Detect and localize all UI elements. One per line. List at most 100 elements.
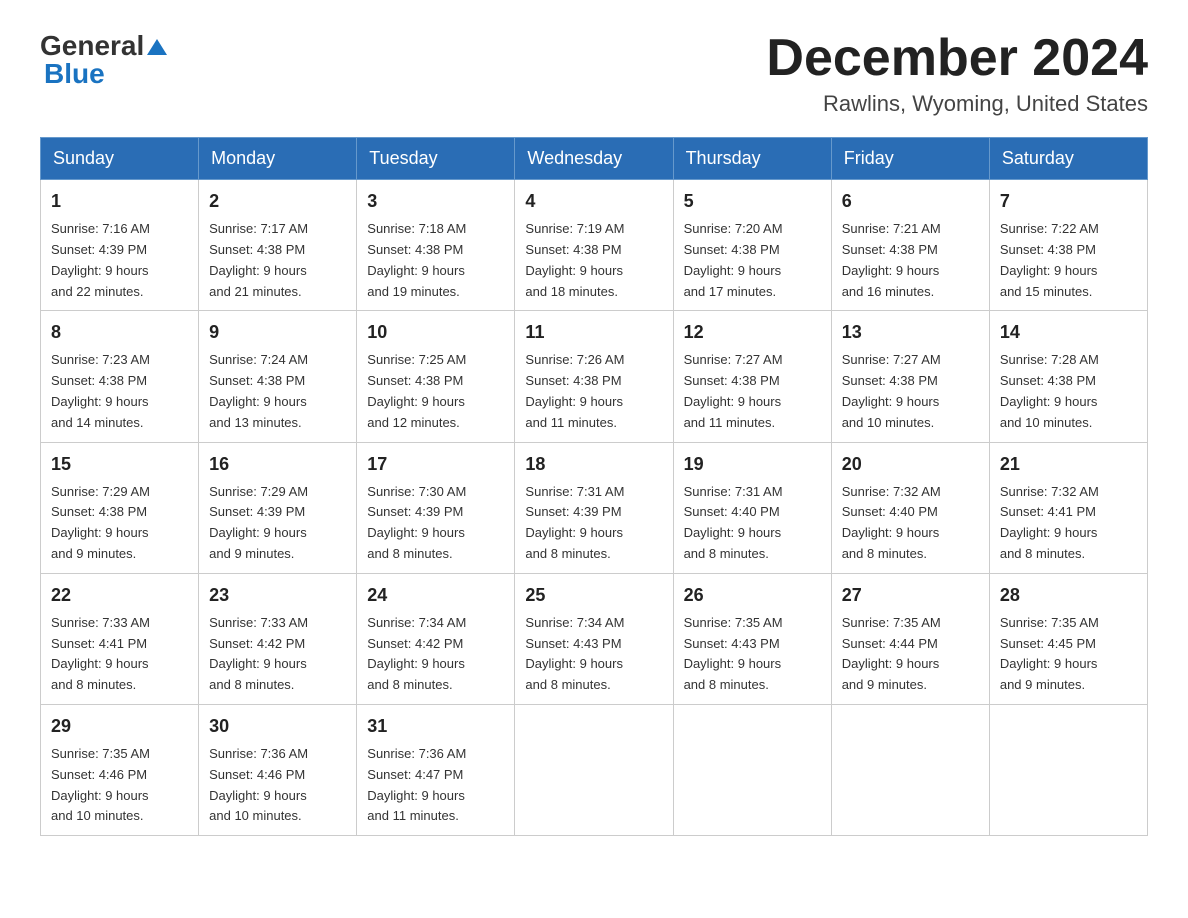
day-info: Sunrise: 7:26 AMSunset: 4:38 PMDaylight:… <box>525 352 624 429</box>
calendar-cell: 25 Sunrise: 7:34 AMSunset: 4:43 PMDaylig… <box>515 573 673 704</box>
day-number: 25 <box>525 582 662 609</box>
day-info: Sunrise: 7:36 AMSunset: 4:47 PMDaylight:… <box>367 746 466 823</box>
calendar-cell: 19 Sunrise: 7:31 AMSunset: 4:40 PMDaylig… <box>673 442 831 573</box>
header-monday: Monday <box>199 138 357 180</box>
day-number: 9 <box>209 319 346 346</box>
day-info: Sunrise: 7:32 AMSunset: 4:40 PMDaylight:… <box>842 484 941 561</box>
day-number: 5 <box>684 188 821 215</box>
day-info: Sunrise: 7:35 AMSunset: 4:46 PMDaylight:… <box>51 746 150 823</box>
calendar-cell: 3 Sunrise: 7:18 AMSunset: 4:38 PMDayligh… <box>357 180 515 311</box>
calendar-cell: 10 Sunrise: 7:25 AMSunset: 4:38 PMDaylig… <box>357 311 515 442</box>
day-info: Sunrise: 7:24 AMSunset: 4:38 PMDaylight:… <box>209 352 308 429</box>
calendar-cell: 17 Sunrise: 7:30 AMSunset: 4:39 PMDaylig… <box>357 442 515 573</box>
day-number: 18 <box>525 451 662 478</box>
header-thursday: Thursday <box>673 138 831 180</box>
calendar-cell: 11 Sunrise: 7:26 AMSunset: 4:38 PMDaylig… <box>515 311 673 442</box>
day-number: 8 <box>51 319 188 346</box>
calendar-cell <box>831 704 989 835</box>
day-number: 6 <box>842 188 979 215</box>
day-info: Sunrise: 7:29 AMSunset: 4:39 PMDaylight:… <box>209 484 308 561</box>
day-number: 4 <box>525 188 662 215</box>
calendar-cell: 15 Sunrise: 7:29 AMSunset: 4:38 PMDaylig… <box>41 442 199 573</box>
day-number: 23 <box>209 582 346 609</box>
day-info: Sunrise: 7:30 AMSunset: 4:39 PMDaylight:… <box>367 484 466 561</box>
calendar-cell <box>673 704 831 835</box>
calendar-cell: 5 Sunrise: 7:20 AMSunset: 4:38 PMDayligh… <box>673 180 831 311</box>
day-info: Sunrise: 7:27 AMSunset: 4:38 PMDaylight:… <box>684 352 783 429</box>
day-info: Sunrise: 7:31 AMSunset: 4:40 PMDaylight:… <box>684 484 783 561</box>
day-info: Sunrise: 7:27 AMSunset: 4:38 PMDaylight:… <box>842 352 941 429</box>
calendar-cell: 22 Sunrise: 7:33 AMSunset: 4:41 PMDaylig… <box>41 573 199 704</box>
header-friday: Friday <box>831 138 989 180</box>
calendar-cell: 18 Sunrise: 7:31 AMSunset: 4:39 PMDaylig… <box>515 442 673 573</box>
day-number: 28 <box>1000 582 1137 609</box>
day-info: Sunrise: 7:32 AMSunset: 4:41 PMDaylight:… <box>1000 484 1099 561</box>
day-number: 2 <box>209 188 346 215</box>
day-number: 24 <box>367 582 504 609</box>
day-info: Sunrise: 7:22 AMSunset: 4:38 PMDaylight:… <box>1000 221 1099 298</box>
day-info: Sunrise: 7:29 AMSunset: 4:38 PMDaylight:… <box>51 484 150 561</box>
header-tuesday: Tuesday <box>357 138 515 180</box>
week-row-3: 15 Sunrise: 7:29 AMSunset: 4:38 PMDaylig… <box>41 442 1148 573</box>
calendar-cell: 20 Sunrise: 7:32 AMSunset: 4:40 PMDaylig… <box>831 442 989 573</box>
calendar-cell <box>989 704 1147 835</box>
calendar-cell: 21 Sunrise: 7:32 AMSunset: 4:41 PMDaylig… <box>989 442 1147 573</box>
calendar-cell: 12 Sunrise: 7:27 AMSunset: 4:38 PMDaylig… <box>673 311 831 442</box>
calendar-cell: 13 Sunrise: 7:27 AMSunset: 4:38 PMDaylig… <box>831 311 989 442</box>
calendar-cell: 2 Sunrise: 7:17 AMSunset: 4:38 PMDayligh… <box>199 180 357 311</box>
day-info: Sunrise: 7:36 AMSunset: 4:46 PMDaylight:… <box>209 746 308 823</box>
header-sunday: Sunday <box>41 138 199 180</box>
header-saturday: Saturday <box>989 138 1147 180</box>
day-info: Sunrise: 7:19 AMSunset: 4:38 PMDaylight:… <box>525 221 624 298</box>
day-number: 29 <box>51 713 188 740</box>
day-info: Sunrise: 7:21 AMSunset: 4:38 PMDaylight:… <box>842 221 941 298</box>
week-row-1: 1 Sunrise: 7:16 AMSunset: 4:39 PMDayligh… <box>41 180 1148 311</box>
day-info: Sunrise: 7:25 AMSunset: 4:38 PMDaylight:… <box>367 352 466 429</box>
week-row-4: 22 Sunrise: 7:33 AMSunset: 4:41 PMDaylig… <box>41 573 1148 704</box>
calendar-title: December 2024 <box>766 30 1148 87</box>
day-number: 17 <box>367 451 504 478</box>
day-info: Sunrise: 7:35 AMSunset: 4:43 PMDaylight:… <box>684 615 783 692</box>
page-header: General Blue December 2024 Rawlins, Wyom… <box>40 30 1148 117</box>
day-info: Sunrise: 7:16 AMSunset: 4:39 PMDaylight:… <box>51 221 150 298</box>
day-number: 11 <box>525 319 662 346</box>
day-info: Sunrise: 7:35 AMSunset: 4:45 PMDaylight:… <box>1000 615 1099 692</box>
day-number: 30 <box>209 713 346 740</box>
calendar-location: Rawlins, Wyoming, United States <box>766 91 1148 117</box>
day-info: Sunrise: 7:31 AMSunset: 4:39 PMDaylight:… <box>525 484 624 561</box>
day-info: Sunrise: 7:17 AMSunset: 4:38 PMDaylight:… <box>209 221 308 298</box>
day-number: 16 <box>209 451 346 478</box>
calendar-cell: 28 Sunrise: 7:35 AMSunset: 4:45 PMDaylig… <box>989 573 1147 704</box>
day-number: 19 <box>684 451 821 478</box>
calendar-cell: 27 Sunrise: 7:35 AMSunset: 4:44 PMDaylig… <box>831 573 989 704</box>
calendar-cell: 14 Sunrise: 7:28 AMSunset: 4:38 PMDaylig… <box>989 311 1147 442</box>
calendar-cell: 9 Sunrise: 7:24 AMSunset: 4:38 PMDayligh… <box>199 311 357 442</box>
day-number: 12 <box>684 319 821 346</box>
calendar-cell <box>515 704 673 835</box>
day-number: 15 <box>51 451 188 478</box>
weekday-header-row: Sunday Monday Tuesday Wednesday Thursday… <box>41 138 1148 180</box>
day-number: 31 <box>367 713 504 740</box>
day-number: 3 <box>367 188 504 215</box>
logo-blue-text: Blue <box>44 58 105 90</box>
day-info: Sunrise: 7:34 AMSunset: 4:43 PMDaylight:… <box>525 615 624 692</box>
week-row-5: 29 Sunrise: 7:35 AMSunset: 4:46 PMDaylig… <box>41 704 1148 835</box>
week-row-2: 8 Sunrise: 7:23 AMSunset: 4:38 PMDayligh… <box>41 311 1148 442</box>
day-number: 26 <box>684 582 821 609</box>
day-info: Sunrise: 7:23 AMSunset: 4:38 PMDaylight:… <box>51 352 150 429</box>
day-number: 1 <box>51 188 188 215</box>
day-info: Sunrise: 7:35 AMSunset: 4:44 PMDaylight:… <box>842 615 941 692</box>
calendar-cell: 26 Sunrise: 7:35 AMSunset: 4:43 PMDaylig… <box>673 573 831 704</box>
calendar-cell: 4 Sunrise: 7:19 AMSunset: 4:38 PMDayligh… <box>515 180 673 311</box>
calendar-cell: 29 Sunrise: 7:35 AMSunset: 4:46 PMDaylig… <box>41 704 199 835</box>
day-number: 14 <box>1000 319 1137 346</box>
day-info: Sunrise: 7:28 AMSunset: 4:38 PMDaylight:… <box>1000 352 1099 429</box>
calendar-cell: 7 Sunrise: 7:22 AMSunset: 4:38 PMDayligh… <box>989 180 1147 311</box>
day-info: Sunrise: 7:20 AMSunset: 4:38 PMDaylight:… <box>684 221 783 298</box>
calendar-cell: 30 Sunrise: 7:36 AMSunset: 4:46 PMDaylig… <box>199 704 357 835</box>
calendar-cell: 23 Sunrise: 7:33 AMSunset: 4:42 PMDaylig… <box>199 573 357 704</box>
title-block: December 2024 Rawlins, Wyoming, United S… <box>766 30 1148 117</box>
calendar-cell: 16 Sunrise: 7:29 AMSunset: 4:39 PMDaylig… <box>199 442 357 573</box>
calendar-cell: 24 Sunrise: 7:34 AMSunset: 4:42 PMDaylig… <box>357 573 515 704</box>
calendar-cell: 1 Sunrise: 7:16 AMSunset: 4:39 PMDayligh… <box>41 180 199 311</box>
